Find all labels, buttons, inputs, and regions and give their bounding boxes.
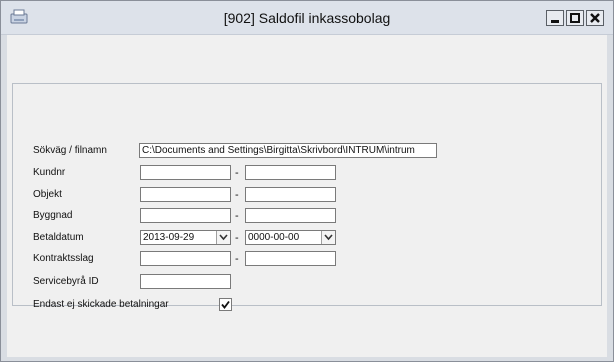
byggnad-to-input[interactable] [245, 208, 336, 223]
minimize-icon [551, 20, 559, 23]
betaldatum-from-picker[interactable]: 2013-09-29 [140, 230, 231, 245]
byggnad-from-input[interactable] [140, 208, 231, 223]
app-window: [902] Saldofil inkassobolag Sökväg / fil… [0, 0, 614, 362]
maximize-button[interactable] [566, 10, 584, 26]
endast-label: Endast ej skickade betalningar [33, 299, 169, 310]
window-title: [902] Saldofil inkassobolag [223, 10, 391, 26]
endast-checkbox[interactable] [219, 298, 232, 311]
kundnr-to-input[interactable] [245, 165, 336, 180]
objekt-from-input[interactable] [140, 187, 231, 202]
kundnr-from-input[interactable] [140, 165, 231, 180]
betaldatum-to-picker[interactable]: 0000-00-00 [245, 230, 336, 245]
kontraktsslag-from-input[interactable] [140, 251, 231, 266]
range-separator: - [235, 210, 239, 222]
range-separator: - [235, 167, 239, 179]
range-separator: - [235, 253, 239, 265]
objekt-to-input[interactable] [245, 187, 336, 202]
betaldatum-to-value: 0000-00-00 [248, 232, 300, 243]
kundnr-label: Kundnr [33, 167, 66, 178]
chevron-down-icon [219, 234, 228, 241]
range-separator: - [235, 232, 239, 244]
betaldatum-from-value: 2013-09-29 [143, 232, 195, 243]
minimize-button[interactable] [546, 10, 564, 26]
close-button[interactable] [586, 10, 604, 26]
title-bar[interactable]: [902] Saldofil inkassobolag [1, 1, 613, 35]
range-separator: - [235, 189, 239, 201]
maximize-icon [570, 13, 580, 23]
servicebyra-label: Servicebyrå ID [33, 276, 99, 287]
status-bar [7, 347, 607, 357]
betaldatum-label: Betaldatum [33, 232, 84, 243]
kontraktsslag-to-input[interactable] [245, 251, 336, 266]
chevron-down-icon [324, 234, 333, 241]
close-icon [590, 13, 600, 23]
date-dropdown-button[interactable] [321, 231, 335, 244]
servicebyra-input[interactable] [140, 274, 231, 289]
byggnad-label: Byggnad [33, 210, 73, 221]
path-input[interactable]: C:\Documents and Settings\Birgitta\Skriv… [139, 143, 437, 158]
path-label: Sökväg / filnamn [33, 145, 107, 156]
kontraktsslag-label: Kontraktsslag [33, 253, 94, 264]
date-dropdown-button[interactable] [216, 231, 230, 244]
objekt-label: Objekt [33, 189, 62, 200]
